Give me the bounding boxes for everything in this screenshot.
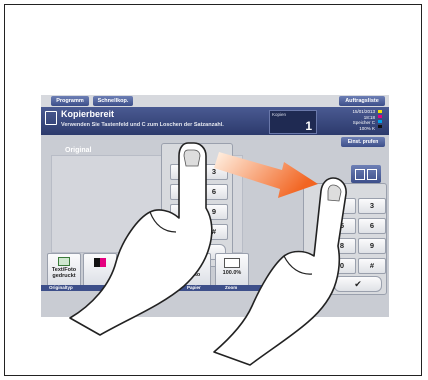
left-fingernail-icon — [183, 149, 201, 167]
swipe-arrow-icon — [214, 152, 318, 198]
right-fingernail-icon — [327, 184, 342, 202]
left-hand-icon — [69, 142, 213, 336]
gesture-overlay — [69, 142, 347, 366]
right-hand-icon — [213, 177, 347, 366]
